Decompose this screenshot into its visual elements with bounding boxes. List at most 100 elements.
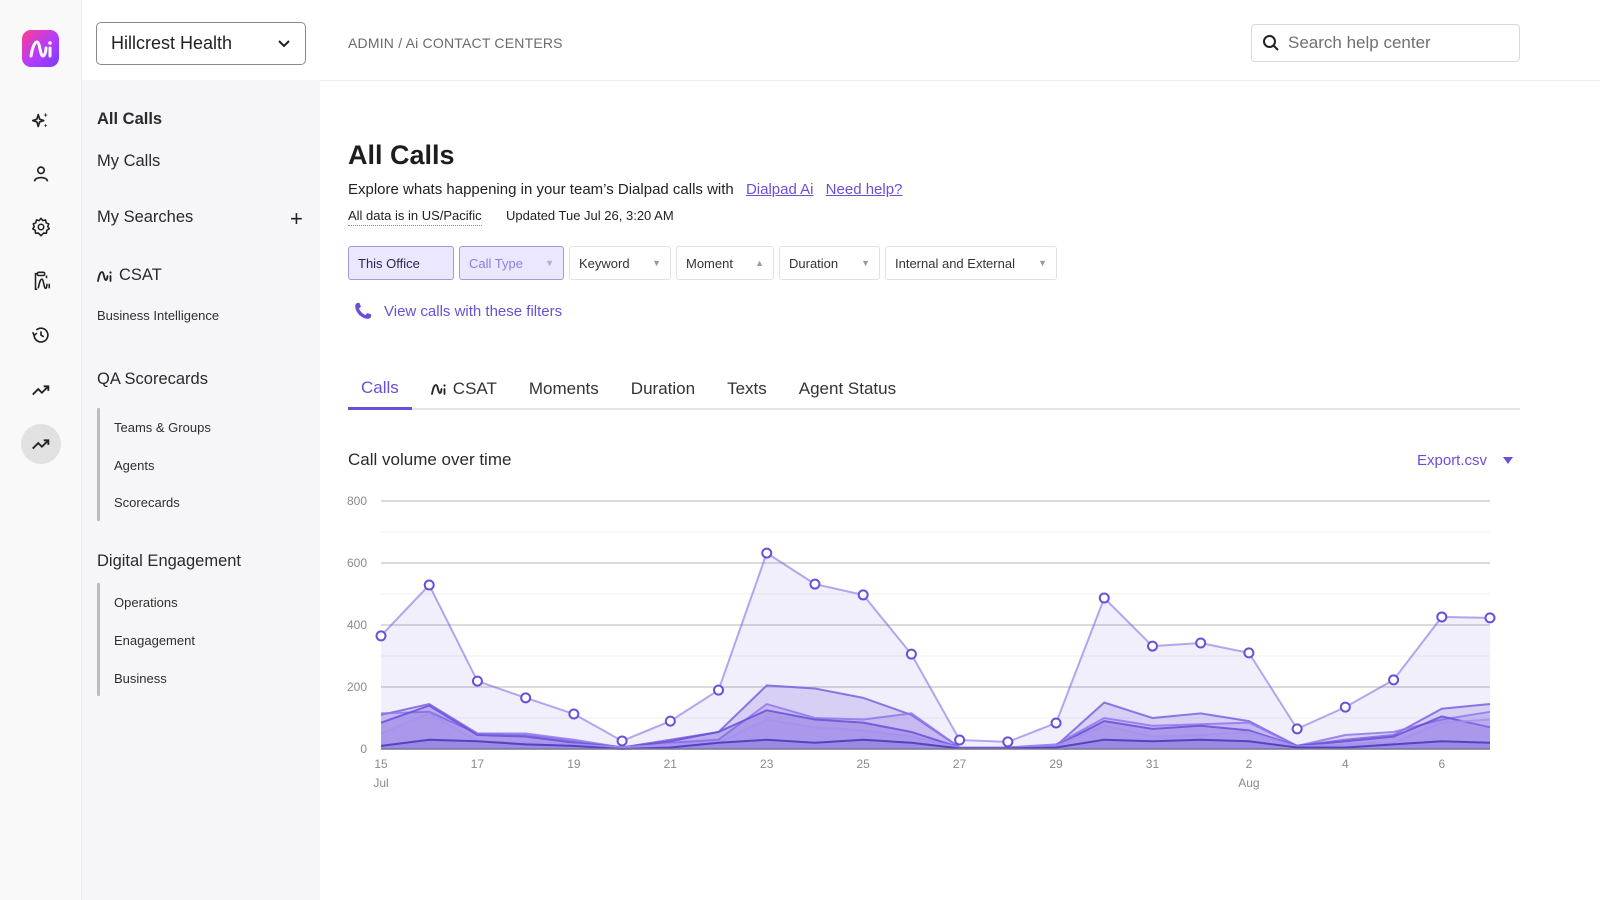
tab-moments[interactable]: Moments: [516, 368, 612, 410]
x-tick-label: 6: [1438, 757, 1445, 771]
series-area-1: [381, 553, 1490, 749]
tab-calls[interactable]: Calls: [348, 368, 412, 410]
filter-internal-external[interactable]: Internal and External ▼: [885, 246, 1057, 280]
timezone-info[interactable]: All data is in US/Pacific: [348, 208, 482, 226]
call-volume-chart: 0 200 400 600 800 15 Jul 17 19 21 23 25 27 29 31 2 Aug 4 6: [347, 494, 1496, 790]
caret-down-icon: ▼: [545, 258, 554, 268]
sidebar-item-my-searches[interactable]: My Searches: [97, 208, 193, 227]
sidebar-item-all-calls[interactable]: All Calls: [97, 110, 162, 129]
data-point: [616, 735, 628, 747]
page-description: Explore whats happening in your team’s D…: [348, 181, 902, 198]
caret-down-icon: ▼: [861, 258, 870, 268]
filter-call-type[interactable]: Call Type ▼: [459, 246, 564, 280]
rail-trending[interactable]: [21, 370, 61, 410]
export-csv-button[interactable]: Export.csv: [1417, 452, 1514, 469]
phone-icon: [355, 302, 372, 319]
search-input[interactable]: [1288, 33, 1508, 53]
x-tick-label: 2: [1246, 757, 1253, 771]
settings-gear-icon: [31, 217, 51, 237]
ai-logo-icon: [430, 384, 446, 395]
x-tick-label: 19: [567, 757, 581, 771]
page-title: All Calls: [348, 140, 455, 170]
add-search-button[interactable]: +: [290, 208, 303, 230]
data-point: [375, 630, 387, 642]
sidebar-item-my-calls[interactable]: My Calls: [97, 152, 160, 171]
rail-user[interactable]: [21, 154, 61, 194]
sidebar-section-qa-scorecards[interactable]: QA Scorecards: [97, 370, 208, 389]
data-point: [1243, 647, 1255, 659]
filter-keyword[interactable]: Keyword ▼: [569, 246, 671, 280]
need-help-link[interactable]: Need help?: [826, 181, 903, 198]
y-tick-label: 200: [347, 680, 367, 694]
breadcrumb: ADMIN / Ai CONTACT CENTERS: [348, 35, 563, 51]
sidebar-item-operations[interactable]: Operations: [114, 595, 178, 610]
x-tick-label: 31: [1146, 757, 1160, 771]
sidebar-item-business[interactable]: Business: [114, 671, 167, 686]
trending-icon: [32, 385, 50, 396]
tab-label: Agent Status: [798, 379, 897, 398]
rail-settings[interactable]: [21, 207, 61, 247]
filter-label: Internal and External: [895, 255, 1015, 271]
sidebar-item-teams-groups[interactable]: Teams & Groups: [114, 420, 211, 435]
data-point: [809, 578, 821, 590]
data-point: [1146, 640, 1158, 652]
sidebar-section-digital-engagement[interactable]: Digital Engagement: [97, 552, 241, 571]
tab-label: Texts: [727, 379, 767, 398]
x-tick-label: 15: [374, 757, 388, 771]
dialpad-ai-link[interactable]: Dialpad Ai: [746, 181, 814, 198]
data-point: [520, 692, 532, 704]
user-icon: [33, 166, 49, 182]
sidebar: [82, 80, 320, 900]
x-tick-label: 29: [1049, 757, 1063, 771]
clipboard-ai-icon: [34, 271, 51, 291]
filter-moment[interactable]: Moment ▲: [676, 246, 774, 280]
caret-up-icon: ▲: [755, 258, 764, 268]
sidebar-item-scorecards[interactable]: Scorecards: [114, 495, 180, 510]
sidebar-item-engagement[interactable]: Enagagement: [114, 633, 195, 648]
chevron-down-icon: [278, 40, 290, 48]
rail-clipboard-ai[interactable]: [21, 261, 61, 301]
app-logo[interactable]: [22, 30, 59, 67]
rail-analytics[interactable]: [21, 424, 61, 464]
data-point: [1484, 612, 1496, 624]
ai-logo-icon: [29, 39, 52, 58]
search-help-center[interactable]: [1251, 24, 1520, 62]
tab-label: Calls: [361, 377, 399, 397]
view-calls-label: View calls with these filters: [384, 302, 563, 320]
rail-sparkle-ai[interactable]: [21, 101, 61, 141]
data-point: [713, 684, 725, 696]
y-tick-label: 0: [360, 742, 367, 756]
ai-logo-icon: [97, 270, 112, 282]
history-icon: [31, 327, 49, 343]
sidebar-item-agents[interactable]: Agents: [114, 458, 154, 473]
filter-duration[interactable]: Duration ▼: [779, 246, 880, 280]
filter-label: This Office: [358, 255, 420, 271]
data-point: [1002, 736, 1014, 748]
x-tick-label: 23: [760, 757, 774, 771]
sidebar-item-business-intelligence[interactable]: Business Intelligence: [97, 308, 219, 323]
rail-history[interactable]: [21, 315, 61, 355]
x-tick-label: 21: [664, 757, 678, 771]
digital-engagement-bar: [97, 583, 100, 696]
view-calls-link[interactable]: View calls with these filters: [352, 300, 562, 322]
data-point: [1195, 637, 1207, 649]
tab-csat[interactable]: CSAT: [418, 368, 510, 410]
csat-label: CSAT: [119, 266, 162, 284]
sidebar-item-csat[interactable]: CSAT: [97, 266, 162, 285]
tab-duration[interactable]: Duration: [618, 368, 708, 410]
data-point: [1388, 674, 1400, 686]
tab-label: Moments: [528, 379, 599, 398]
tab-agent-status[interactable]: Agent Status: [786, 368, 909, 410]
y-tick-label: 400: [347, 618, 367, 632]
sparkle-ai-icon: [31, 112, 48, 128]
description-text: Explore whats happening in your team’s D…: [348, 181, 734, 198]
caret-down-icon: [1503, 457, 1514, 464]
data-point: [857, 589, 869, 601]
tab-texts[interactable]: Texts: [714, 368, 780, 410]
updated-timestamp: Updated Tue Jul 26, 3:20 AM: [506, 208, 674, 223]
org-switcher-dropdown[interactable]: Hillcrest Health: [96, 22, 306, 65]
filter-this-office[interactable]: This Office: [348, 246, 454, 280]
data-point: [1098, 592, 1110, 604]
caret-down-icon: ▼: [1038, 258, 1047, 268]
caret-down-icon: ▼: [652, 258, 661, 268]
